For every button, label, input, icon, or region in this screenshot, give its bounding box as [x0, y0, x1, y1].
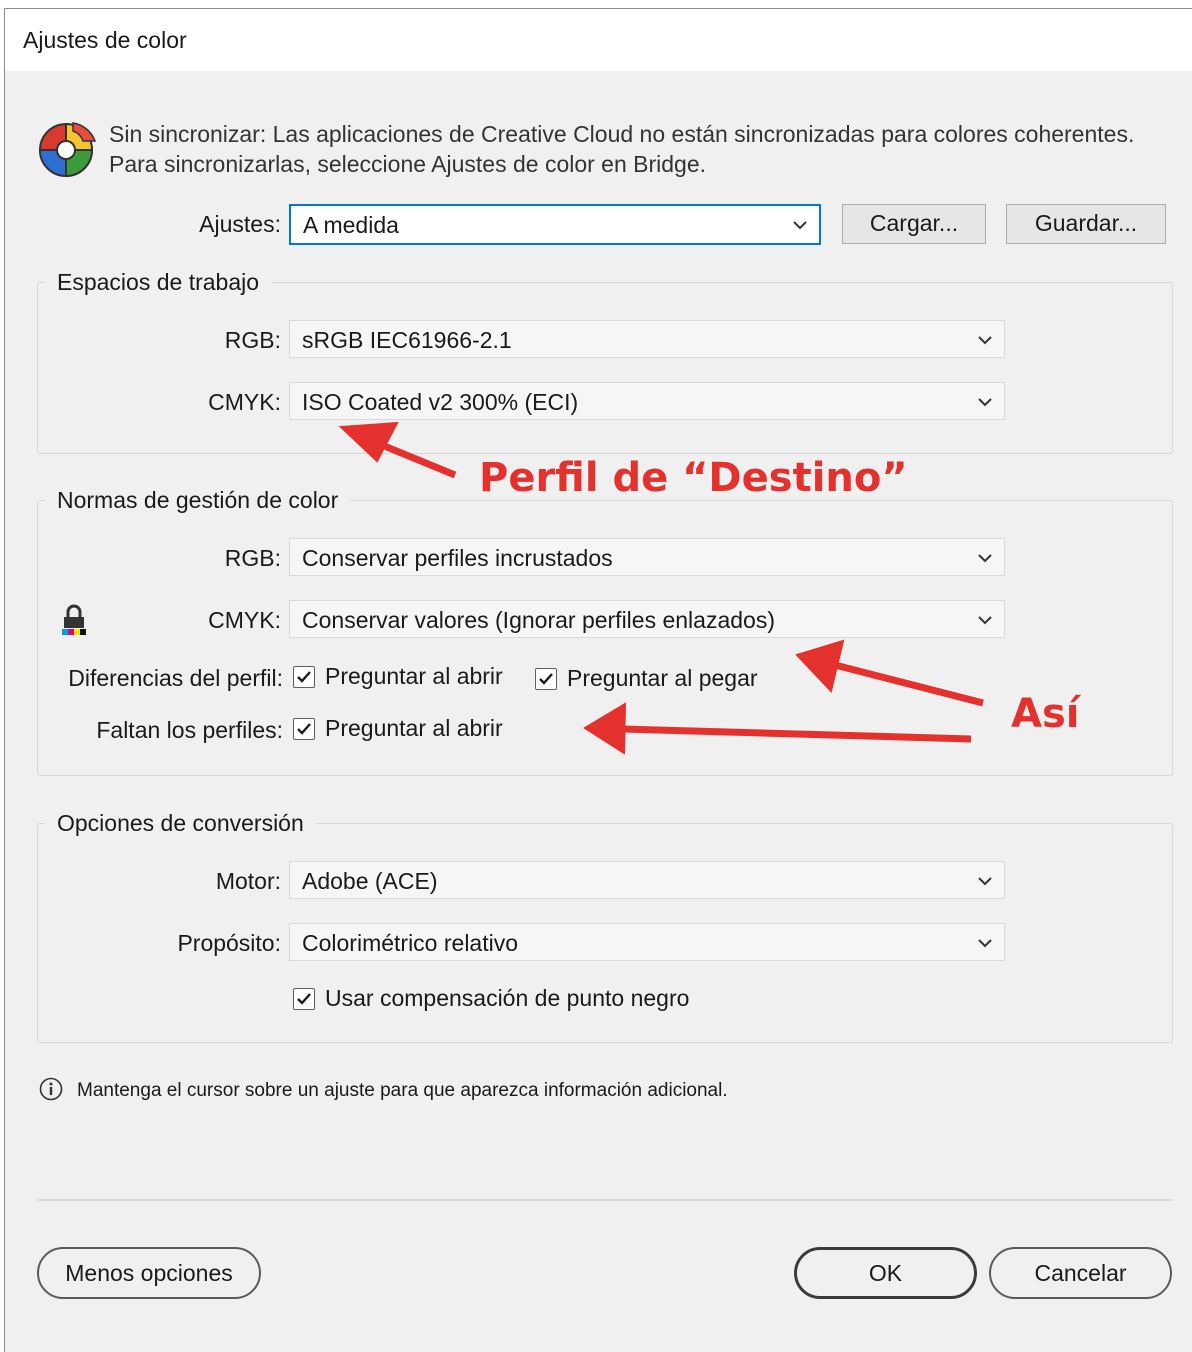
working-cmyk-label: CMYK:	[208, 389, 281, 415]
checkmark-icon	[297, 671, 311, 683]
save-button[interactable]: Guardar...	[1006, 204, 1166, 244]
mismatch-open-checkbox[interactable]	[293, 666, 315, 688]
missing-profiles-label: Faltan los perfiles:	[96, 717, 283, 743]
working-cmyk-select[interactable]: ISO Coated v2 300% (ECI)	[289, 382, 1005, 420]
chevron-down-icon	[978, 939, 992, 948]
intent-value: Colorimétrico relativo	[302, 930, 519, 956]
chevron-down-icon	[978, 398, 992, 407]
missing-open-label[interactable]: Preguntar al abrir	[325, 715, 503, 742]
info-icon	[39, 1077, 63, 1101]
mismatch-paste-checkbox[interactable]	[535, 668, 557, 690]
conversion-legend: Opciones de conversión	[45, 810, 316, 837]
chevron-down-icon	[793, 221, 807, 230]
policy-rgb-value: Conservar perfiles incrustados	[302, 545, 613, 571]
chevron-down-icon	[978, 616, 992, 625]
intent-label: Propósito:	[177, 930, 281, 956]
footer-separator	[37, 1199, 1173, 1201]
working-rgb-select[interactable]: sRGB IEC61966-2.1	[289, 320, 1005, 358]
policy-rgb-label: RGB:	[224, 545, 281, 571]
policy-cmyk-value: Conservar valores (Ignorar perfiles enla…	[302, 607, 775, 633]
policies-legend: Normas de gestión de color	[45, 487, 351, 514]
annotation-destino: Perfil de “Destino”	[479, 455, 908, 501]
policy-rgb-select[interactable]: Conservar perfiles incrustados	[289, 538, 1005, 576]
chevron-down-icon	[978, 336, 992, 345]
chevron-down-icon	[978, 877, 992, 886]
profile-mismatch-label: Diferencias del perfil:	[68, 665, 283, 691]
settings-select[interactable]: A medida	[289, 204, 821, 245]
working-spaces-group	[37, 282, 1173, 454]
working-spaces-legend: Espacios de trabajo	[45, 269, 272, 296]
black-point-label[interactable]: Usar compensación de punto negro	[325, 985, 689, 1012]
mismatch-paste-label[interactable]: Preguntar al pegar	[567, 665, 758, 692]
load-button[interactable]: Cargar...	[842, 204, 986, 244]
chevron-down-icon	[978, 554, 992, 563]
sync-status-line2: Para sincronizarlas, seleccione Ajustes …	[109, 151, 707, 177]
engine-value: Adobe (ACE)	[302, 868, 438, 894]
engine-select[interactable]: Adobe (ACE)	[289, 861, 1005, 899]
working-cmyk-value: ISO Coated v2 300% (ECI)	[302, 389, 579, 415]
checkmark-icon	[539, 673, 553, 685]
checkmark-icon	[297, 723, 311, 735]
black-point-checkbox[interactable]	[293, 988, 315, 1010]
color-sync-icon	[38, 122, 97, 178]
cancel-button[interactable]: Cancelar	[989, 1247, 1172, 1299]
fewer-options-button[interactable]: Menos opciones	[37, 1247, 261, 1299]
working-rgb-value: sRGB IEC61966-2.1	[302, 327, 512, 353]
color-settings-dialog: Ajustes de color Sin sincronizar: Las ap…	[4, 8, 1192, 1352]
checkmark-icon	[297, 993, 311, 1005]
title-bar: Ajustes de color	[5, 9, 1192, 71]
policy-cmyk-label: CMYK:	[208, 607, 281, 633]
lock-icon	[62, 604, 86, 635]
info-text: Mantenga el cursor sobre un ajuste para …	[77, 1080, 728, 1101]
settings-value: A medida	[303, 212, 399, 238]
window-title: Ajustes de color	[23, 27, 187, 53]
missing-open-checkbox[interactable]	[293, 718, 315, 740]
ok-button[interactable]: OK	[794, 1247, 977, 1299]
intent-select[interactable]: Colorimétrico relativo	[289, 923, 1005, 961]
mismatch-open-label[interactable]: Preguntar al abrir	[325, 663, 503, 690]
working-rgb-label: RGB:	[224, 327, 281, 353]
sync-status-line1: Sin sincronizar: Las aplicaciones de Cre…	[109, 121, 1135, 147]
annotation-asi: Así	[1011, 691, 1080, 737]
engine-label: Motor:	[215, 868, 281, 894]
policy-cmyk-select[interactable]: Conservar valores (Ignorar perfiles enla…	[289, 600, 1005, 638]
settings-label: Ajustes:	[199, 211, 281, 237]
